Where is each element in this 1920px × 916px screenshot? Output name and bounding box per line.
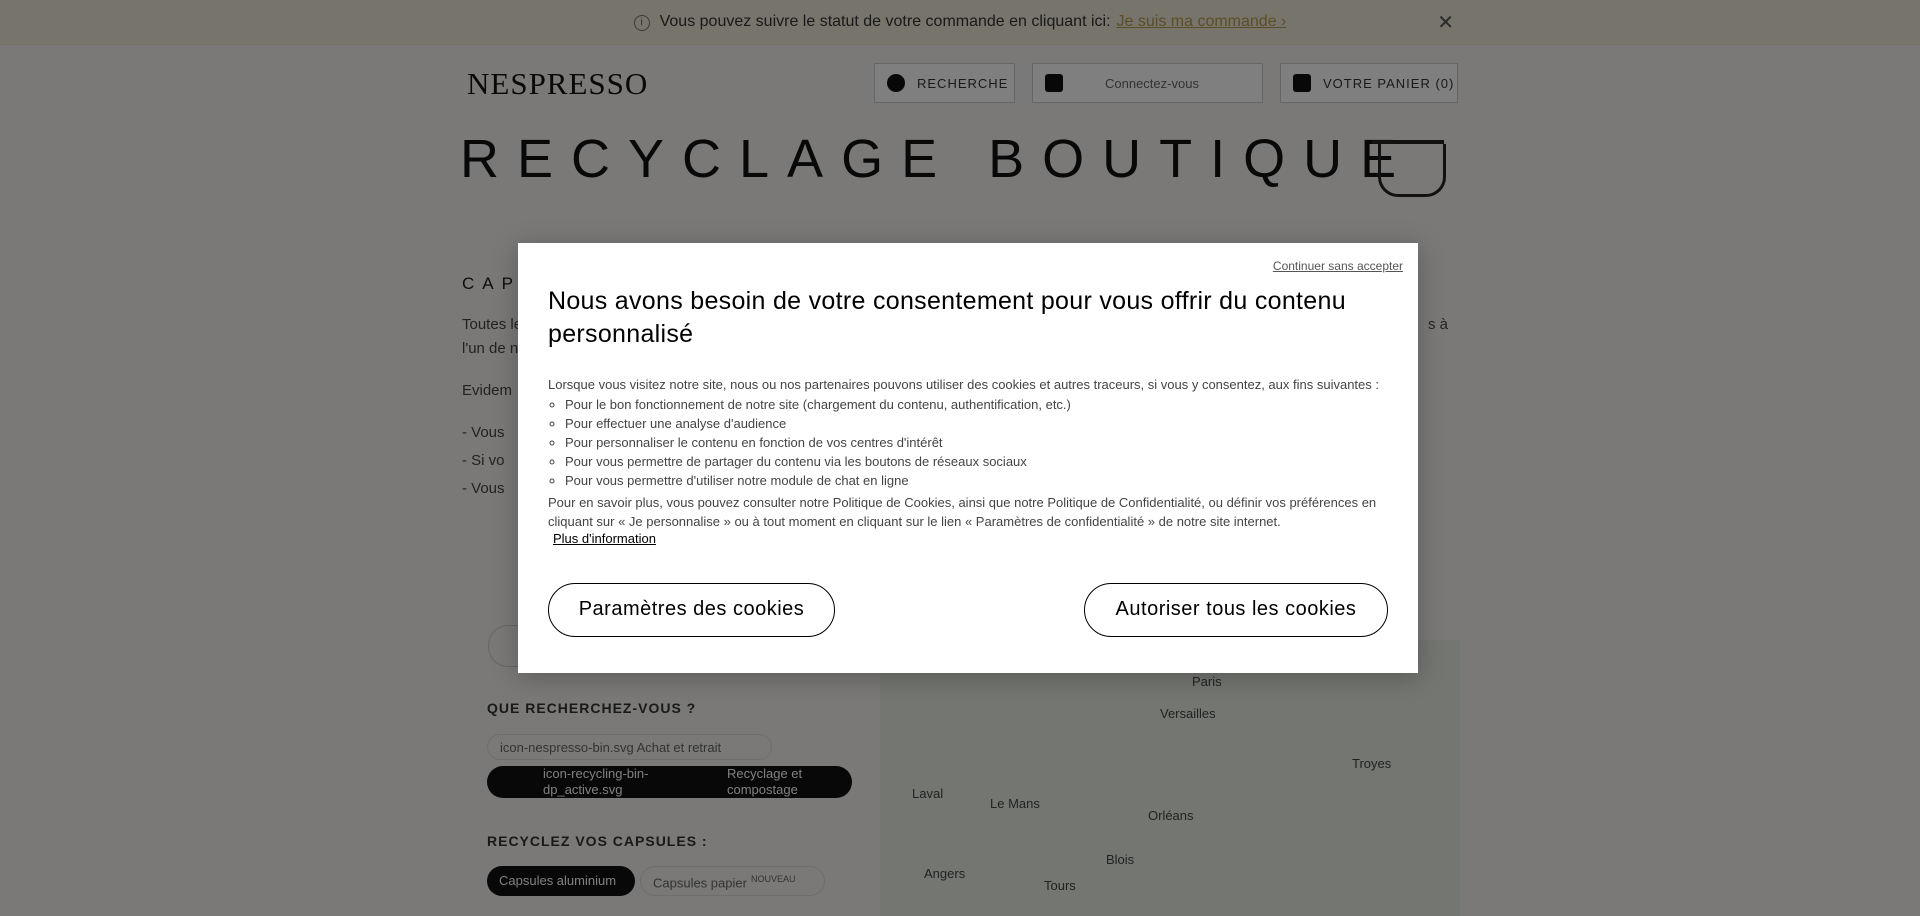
purpose-item: Pour effectuer une analyse d'audience [565, 414, 1071, 433]
consent-more-text: Pour en savoir plus, vous pouvez consult… [548, 495, 1377, 529]
purpose-item: Pour vous permettre d'utiliser notre mod… [565, 471, 1071, 490]
consent-intro: Lorsque vous visitez notre site, nous ou… [548, 377, 1379, 392]
cookie-settings-button[interactable]: Paramètres des cookies [548, 583, 835, 637]
continue-without-accepting-link[interactable]: Continuer sans accepter [1273, 259, 1403, 273]
purpose-list: Pour le bon fonctionnement de notre site… [548, 395, 1071, 490]
cookie-consent-dialog: Continuer sans accepter Nous avons besoi… [518, 243, 1418, 673]
purpose-item: Pour le bon fonctionnement de notre site… [565, 395, 1071, 414]
purpose-item: Pour vous permettre de partager du conte… [565, 452, 1071, 471]
consent-title: Nous avons besoin de votre consentement … [548, 287, 1346, 348]
accept-all-cookies-button[interactable]: Autoriser tous les cookies [1084, 583, 1388, 637]
purpose-item: Pour personnaliser le contenu en fonctio… [565, 433, 1071, 452]
more-information-link[interactable]: Plus d'information [553, 531, 656, 546]
